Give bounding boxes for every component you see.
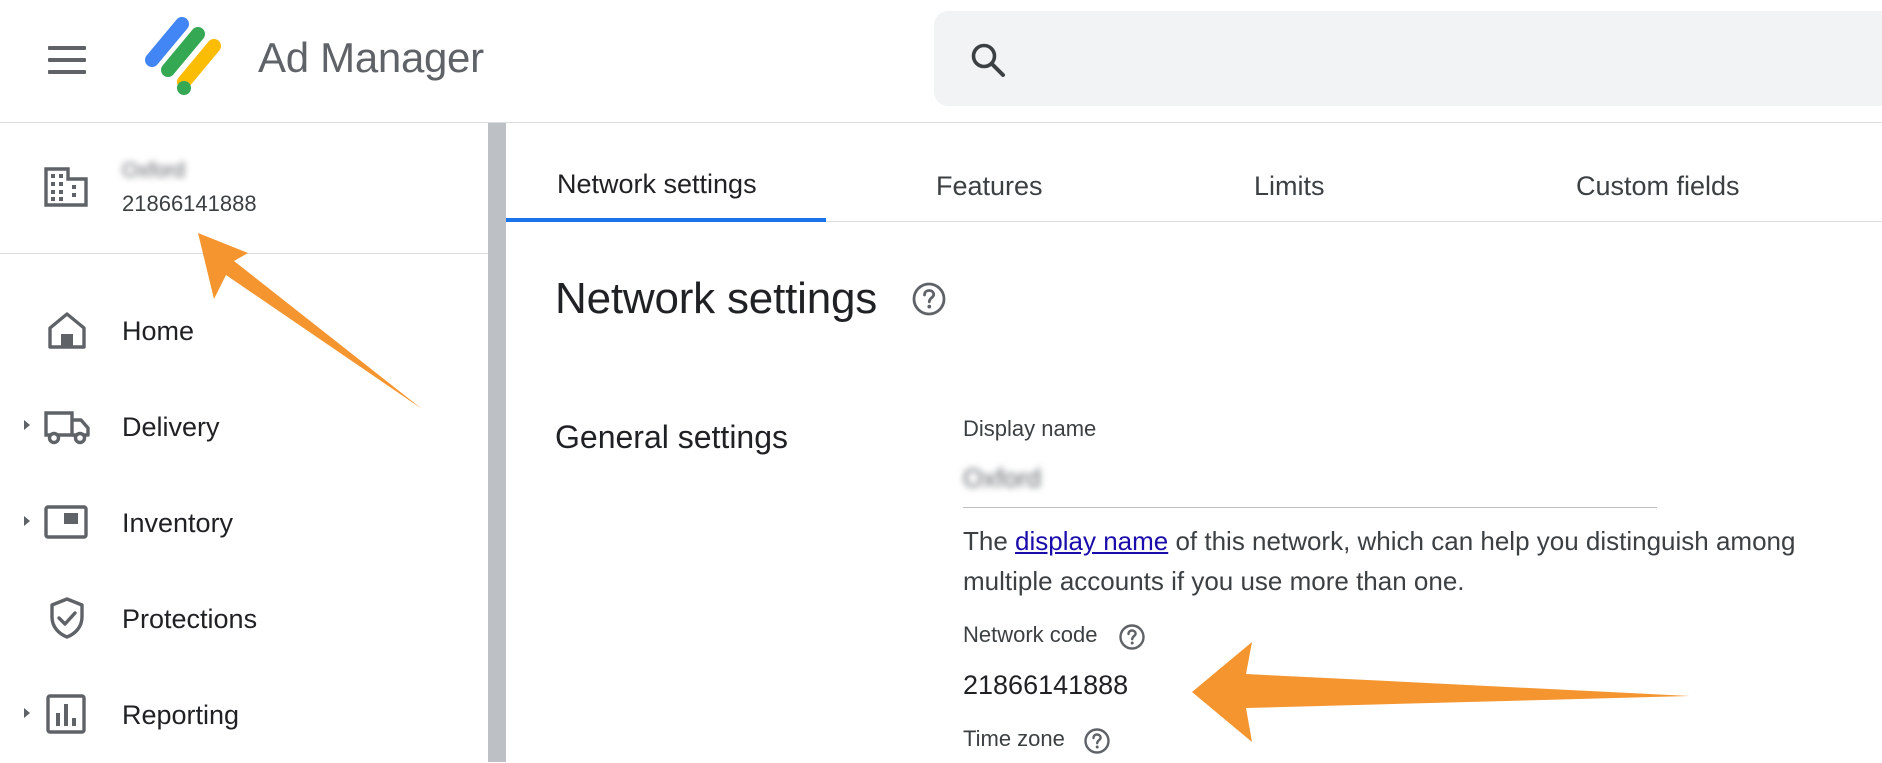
hamburger-icon-bar [48,70,86,74]
caret-right-icon[interactable] [22,513,32,529]
shield-check-icon [50,597,84,639]
search-bar[interactable] [934,11,1882,106]
sidebar-item-label: Reporting [122,700,240,730]
tab-label: Limits [1254,171,1325,201]
sidebar-item-home[interactable]: Home [0,283,488,379]
tab-limits[interactable]: Limits [1146,123,1466,221]
description-text: The [963,526,1016,556]
help-icon[interactable] [911,281,947,317]
search-input[interactable] [1034,35,1838,85]
active-tab-indicator [506,218,826,222]
network-code-value: 21866141888 [963,670,1129,700]
settings-tabs: Network settings Features Limits Custom … [506,123,1882,222]
sidebar-item-inventory[interactable]: Inventory [0,475,488,571]
account-name: Oxford [122,159,186,182]
main-content: Network settings Features Limits Custom … [506,123,1882,762]
sidebar-item-label: Protections [122,604,258,634]
tab-network-settings[interactable]: Network settings [506,123,826,222]
account-switcher[interactable]: Oxford 21866141888 [0,123,488,254]
sidebar-item-label: Delivery [122,412,220,442]
top-app-bar: Ad Manager [0,0,1882,123]
display-name-field-underline [963,507,1657,508]
sidebar-resize-handle[interactable] [488,123,506,762]
ad-manager-logo-icon [145,17,221,95]
sidebar-item-protections[interactable]: Protections [0,571,488,667]
tab-custom-fields[interactable]: Custom fields [1466,123,1786,221]
sidebar-item-delivery[interactable]: Delivery [0,379,488,475]
display-name-description: The display name of this network, which … [963,521,1873,601]
account-network-id: 21866141888 [122,191,257,216]
page-title: Network settings [555,274,878,323]
time-zone-label: Time zone [963,726,1065,751]
display-name-link[interactable]: display name [1015,526,1168,556]
hamburger-icon-bar [48,46,86,50]
tab-label: Network settings [557,169,757,199]
sidebar-item-label: Inventory [122,508,234,538]
hamburger-icon-bar [48,58,86,62]
sidebar: Oxford 21866141888 Home Delivery Invento… [0,123,488,762]
sidebar-item-reporting[interactable]: Reporting [0,667,488,763]
help-icon[interactable] [1118,623,1146,651]
main-menu-button[interactable] [40,40,94,80]
help-icon[interactable] [1083,727,1111,755]
display-name-field[interactable]: Oxford [963,463,1041,494]
building-icon [44,167,88,207]
truck-icon [44,411,90,445]
inventory-icon [44,505,88,539]
section-title: General settings [555,419,789,455]
tab-features[interactable]: Features [826,123,1146,221]
caret-right-icon[interactable] [22,705,32,721]
bar-chart-icon [46,694,86,734]
sidebar-item-label: Home [122,316,195,346]
search-icon[interactable] [968,40,1008,80]
tab-label: Features [936,171,1043,201]
home-icon [48,312,86,349]
tab-label: Custom fields [1576,171,1740,201]
app-title: Ad Manager [258,34,484,81]
caret-right-icon[interactable] [22,417,32,433]
display-name-label: Display name [963,416,1097,441]
network-code-label: Network code [963,622,1098,647]
